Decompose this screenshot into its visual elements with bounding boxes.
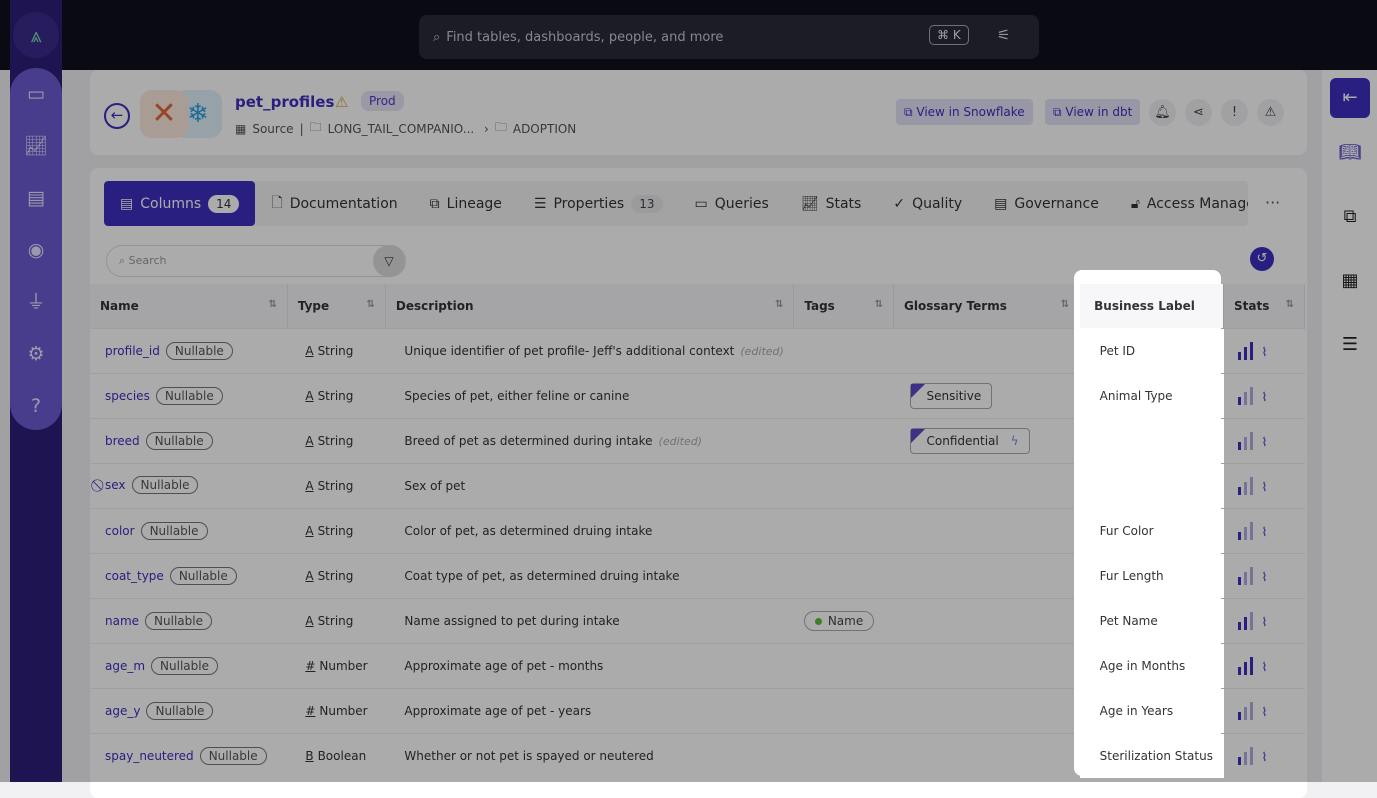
cell-business-label[interactable]: Fur Color [1079, 507, 1224, 553]
business-label-text: Age in Months [1099, 658, 1186, 673]
cell-business-label[interactable]: Pet ID [1079, 327, 1224, 373]
business-label-text: Pet ID [1099, 343, 1136, 358]
cell-business-label[interactable]: Sterilization Status [1079, 732, 1224, 778]
cell-business-label[interactable]: Animal Type [1079, 372, 1224, 418]
business-label-text: Pet Name [1099, 613, 1158, 628]
header-business-label[interactable]: Business Label [1079, 284, 1224, 328]
business-label-text: Age in Years [1099, 703, 1174, 718]
business-label-text: Fur Color [1099, 523, 1154, 538]
header-label: Business Label [1094, 298, 1195, 313]
business-label-text: Sterilization Status [1099, 748, 1213, 763]
cell-business-label[interactable] [1079, 417, 1224, 463]
cell-business-label[interactable]: Fur Length [1079, 552, 1224, 598]
business-label-text: Fur Length [1099, 568, 1164, 583]
cell-business-label[interactable]: Age in Months [1079, 642, 1224, 688]
cell-business-label[interactable]: Pet Name [1079, 597, 1224, 643]
cell-business-label[interactable] [1079, 462, 1224, 508]
cell-business-label[interactable]: Age in Years [1079, 687, 1224, 733]
business-label-text: Animal Type [1099, 388, 1173, 403]
